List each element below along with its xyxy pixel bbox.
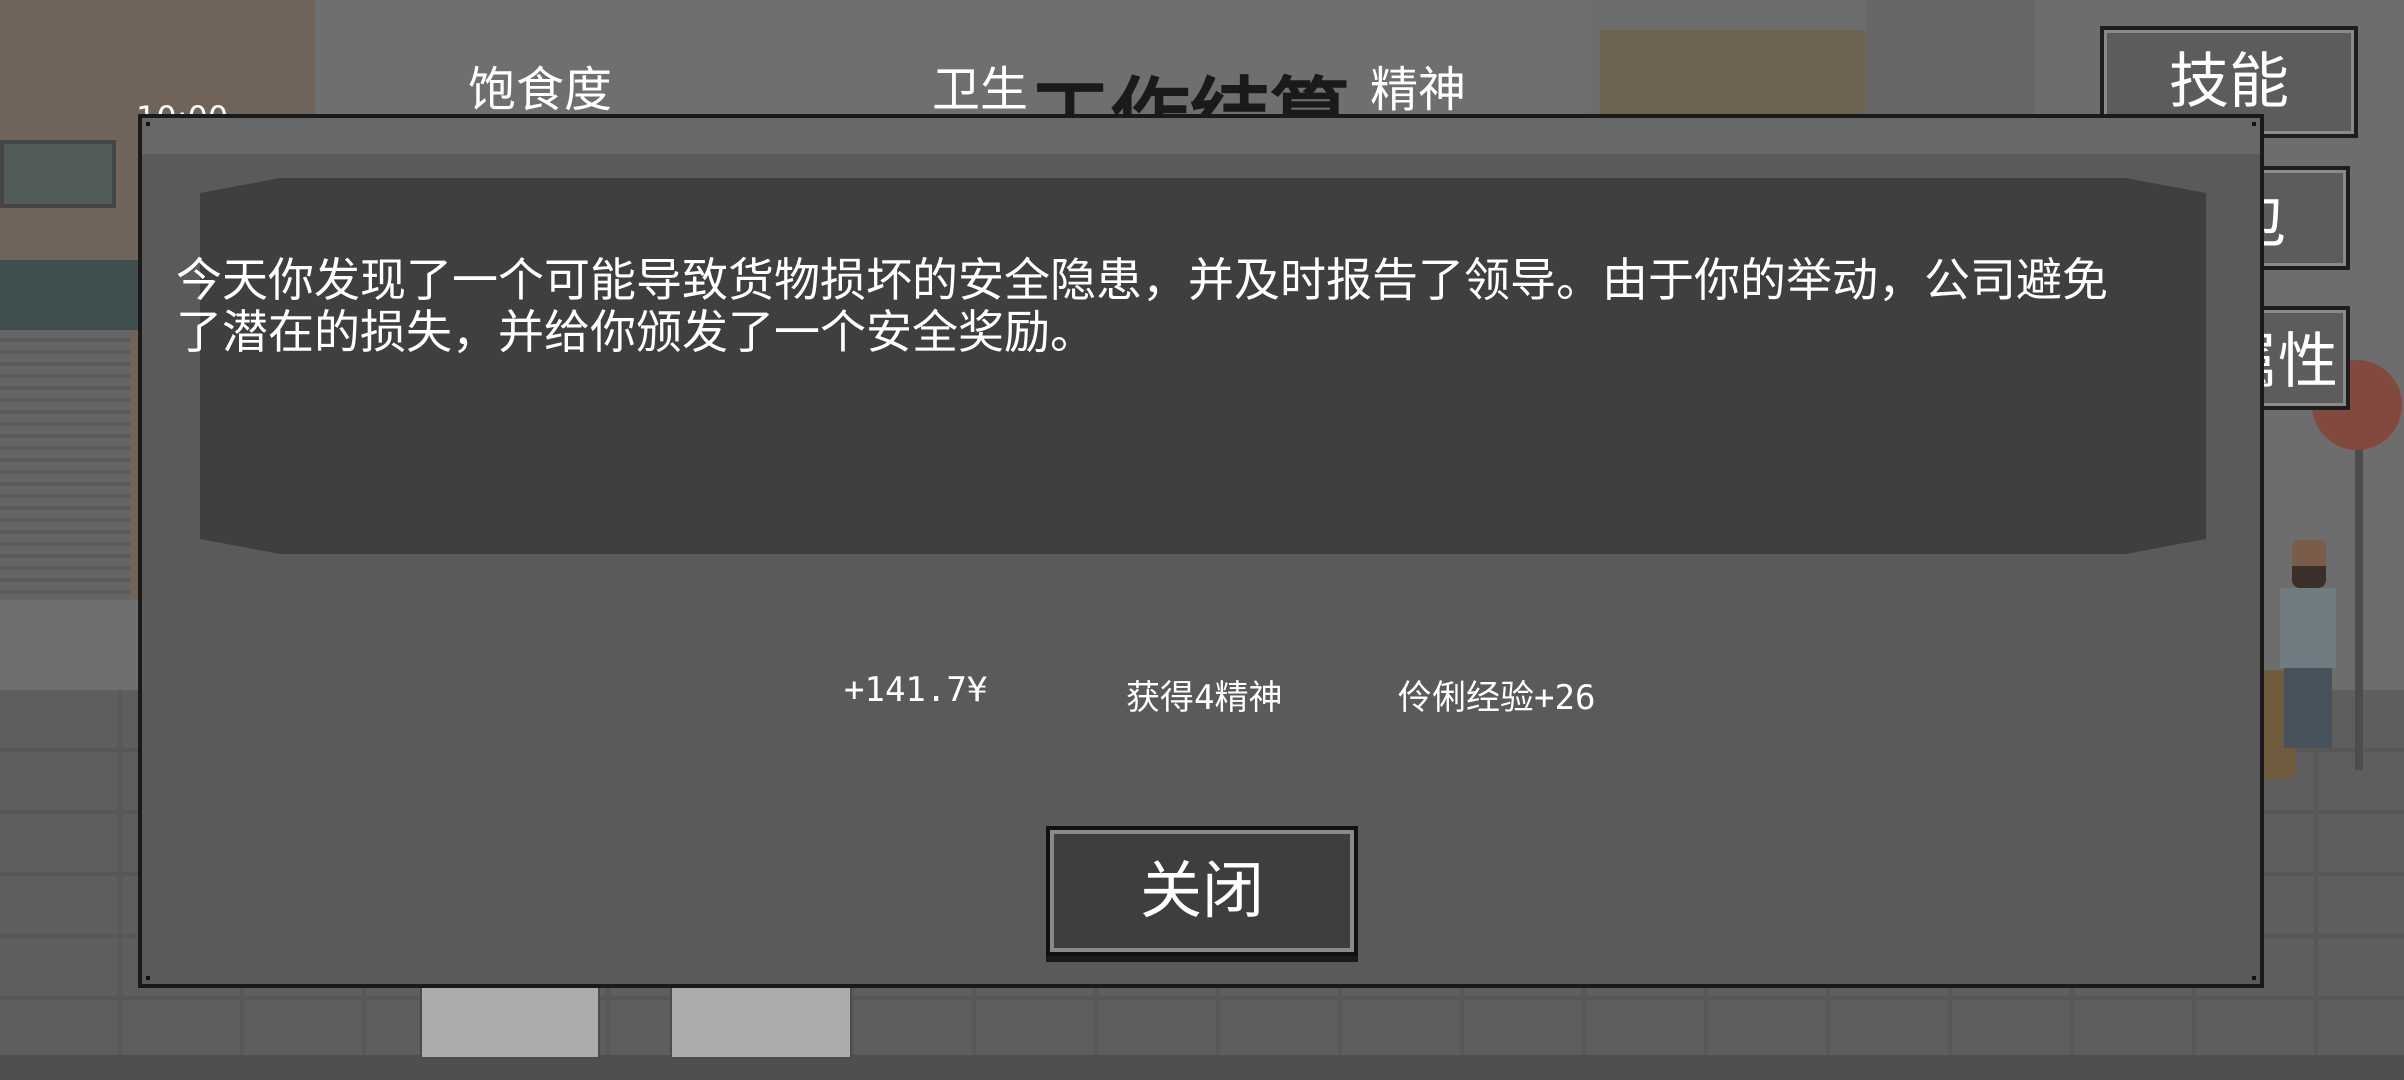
dialog-corner-rivet xyxy=(2252,122,2256,126)
reward-spirit: 获得4精神 xyxy=(1126,678,1283,718)
dialog-top-bar xyxy=(142,118,2260,154)
event-message: 今天你发现了一个可能导致货物损坏的安全隐患，并及时报告了领导。由于你的举动，公司… xyxy=(176,253,2108,359)
message-panel xyxy=(200,178,2206,554)
dialog-corner-rivet xyxy=(2252,976,2256,980)
hud-stat-satiety: 饱食度 xyxy=(468,62,613,118)
close-button[interactable]: 关闭 xyxy=(1046,826,1358,956)
hud-stat-hygiene: 卫生 xyxy=(932,62,1029,118)
dialog-title-peek: 工作结算 xyxy=(1030,69,1350,116)
game-scene: 饱食度 卫生 精神 工作结算 10:00 技能 包 属性 今天你发现了一个可能导… xyxy=(0,0,2404,1080)
work-result-dialog: 今天你发现了一个可能导致货物损坏的安全隐患，并及时报告了领导。由于你的举动，公司… xyxy=(138,114,2264,988)
reward-list: +141.7¥ 获得4精神 伶俐经验+26 xyxy=(142,670,2260,720)
dialog-corner-rivet xyxy=(146,976,150,980)
dialog-corner-rivet xyxy=(146,122,150,126)
reward-experience: 伶俐经验+26 xyxy=(1398,678,1596,718)
hud-stat-spirit: 精神 xyxy=(1370,62,1467,118)
reward-money: +141.7¥ xyxy=(844,670,988,710)
